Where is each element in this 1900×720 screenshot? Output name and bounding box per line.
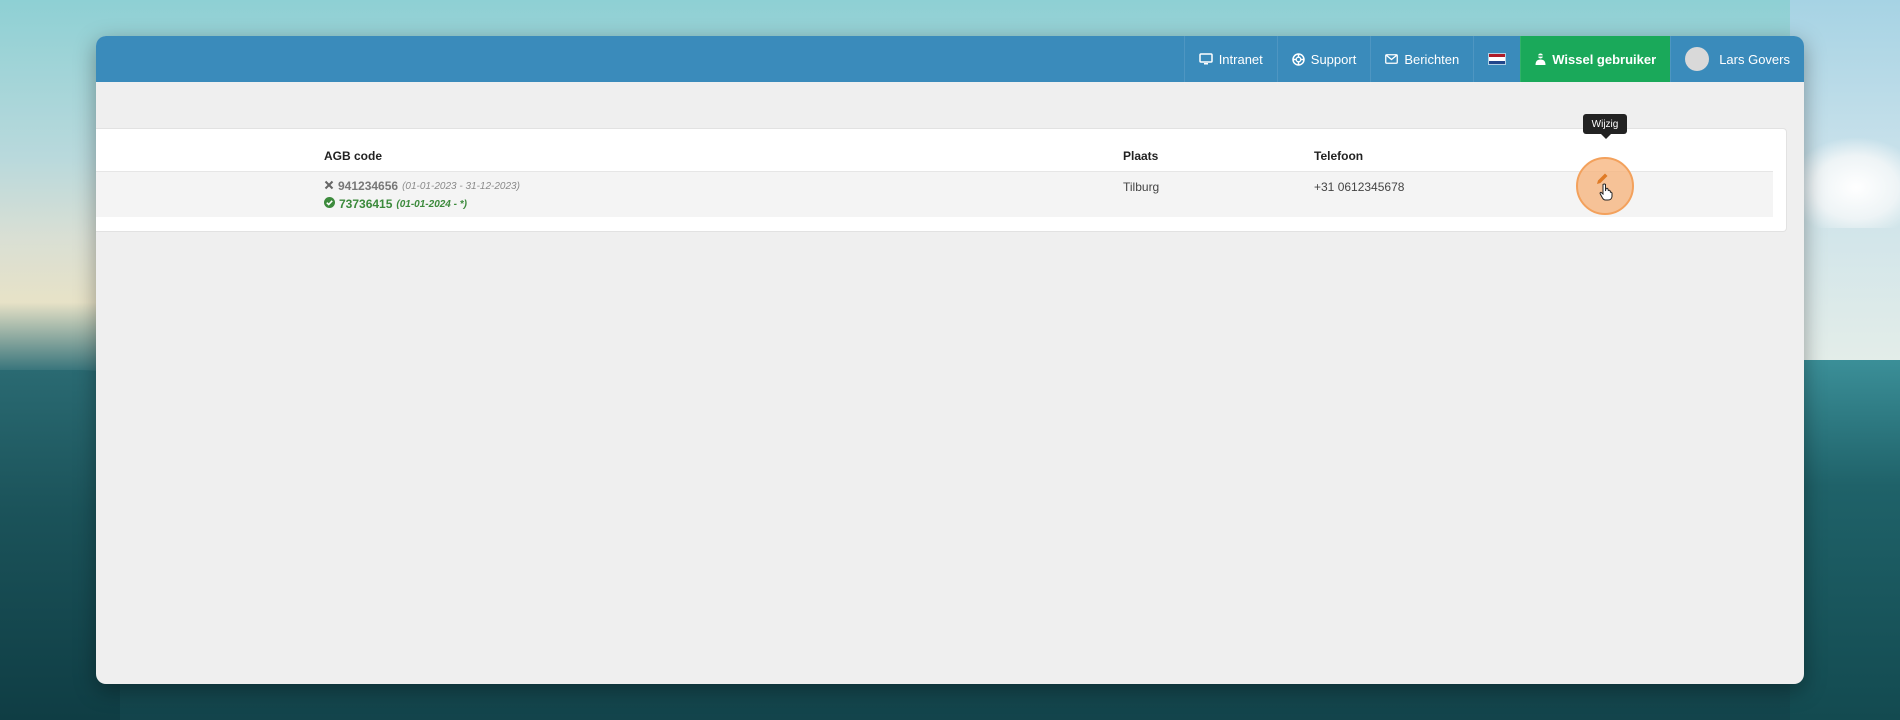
hand-cursor-icon [1599,183,1615,203]
agb-period: (01-01-2023 - 31-12-2023) [402,180,520,192]
place-cell: Tilburg [1123,180,1160,194]
agb-period: (01-01-2024 - *) [396,198,467,210]
envelope-icon [1385,54,1399,64]
phone-cell: +31 0612345678 [1314,180,1405,194]
check-circle-icon [324,197,335,211]
tooltip-text: Wijzig [1591,118,1619,130]
language-selector[interactable] [1473,36,1520,82]
app-window: Intranet Support Berichten Wissel gebrui… [96,36,1804,684]
table-header: AGB code Plaats Telefoon [96,149,1786,169]
edit-tooltip: Wijzig [1583,114,1627,139]
top-navbar: Intranet Support Berichten Wissel gebrui… [96,36,1804,82]
avatar [1685,47,1710,71]
cross-icon [324,179,334,193]
nav-intranet[interactable]: Intranet [1183,36,1277,82]
user-menu[interactable]: Lars Govers [1670,36,1804,82]
nav-messages-label: Berichten [1404,51,1460,67]
column-header-place: Plaats [1123,149,1159,163]
agb-entry-active: 73736415 (01-01-2024 - *) [324,195,520,213]
agb-cell: 941234656 (01-01-2023 - 31-12-2023) 7373… [324,177,520,213]
nav-support[interactable]: Support [1276,36,1371,82]
nav-support-label: Support [1310,51,1357,67]
switch-user-label: Wissel gebruiker [1552,51,1657,67]
background-cloud [1790,138,1900,228]
switch-user-button[interactable]: Wissel gebruiker [1520,36,1671,82]
nav-intranet-label: Intranet [1218,51,1263,67]
background-mountain-right [1790,360,1900,720]
agb-code: 73736415 [339,197,393,211]
results-panel: AGB code Plaats Telefoon 941234656 (01-0… [96,128,1787,232]
monitor-icon [1198,53,1213,65]
nav-messages[interactable]: Berichten [1370,36,1473,82]
agb-entry-inactive: 941234656 (01-01-2023 - 31-12-2023) [324,177,520,195]
lifebuoy-icon [1292,52,1305,66]
user-secret-icon [1535,53,1546,65]
user-name: Lars Govers [1719,51,1790,67]
column-header-phone: Telefoon [1314,149,1364,163]
column-header-agb: AGB code [324,149,383,163]
nl-flag-icon [1488,53,1507,65]
agb-code: 941234656 [338,179,399,193]
table-row[interactable]: 941234656 (01-01-2023 - 31-12-2023) 7373… [96,171,1773,217]
